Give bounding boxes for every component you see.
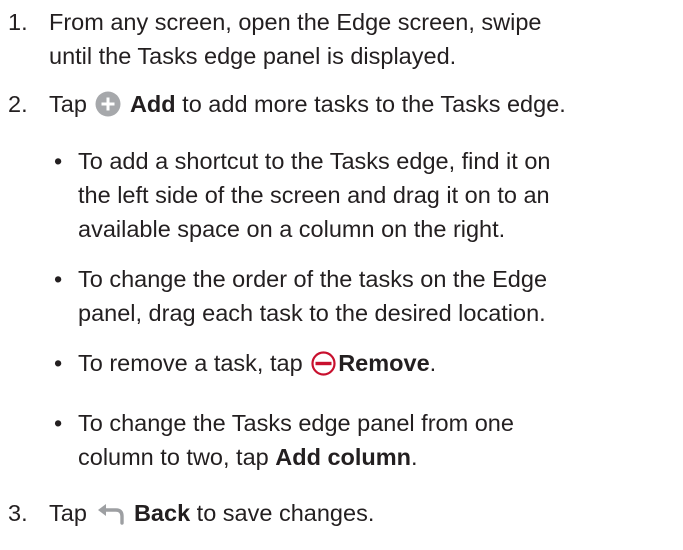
bullet-line: panel, drag each task to the desired loc… <box>78 300 546 326</box>
bullet-text: To change the order of the tasks on the … <box>78 262 678 330</box>
bullet-text-pre: To remove a task, tap <box>78 350 303 376</box>
bullet-line: To change the order of the tasks on the … <box>78 266 548 292</box>
bullet-marker: • <box>54 350 63 376</box>
plus-circle-icon <box>95 91 121 126</box>
bullet-line: To add a shortcut to the Tasks edge, fin… <box>78 148 551 174</box>
step-text-post: to save changes. <box>196 500 375 526</box>
step-text: Tap Add to add more tasks to the Tasks e… <box>49 87 679 126</box>
bullet-text-post: . <box>429 350 437 376</box>
bullet-line: the left side of the screen and drag it … <box>78 182 550 208</box>
remove-label: Remove <box>338 350 430 376</box>
bullet-line: available space on a column on the right… <box>78 216 506 242</box>
bullet-marker: • <box>54 410 63 436</box>
bullet-text-pre: column to two, tap <box>78 444 269 470</box>
step-line: From any screen, open the Edge screen, s… <box>49 9 542 35</box>
step-text-post: to add more tasks to the Tasks edge. <box>182 91 566 117</box>
bullet-marker: • <box>54 148 63 174</box>
back-arrow-icon <box>95 501 125 535</box>
step-text: Tap Back to save changes. <box>49 496 679 535</box>
step-number: 3. <box>8 500 28 526</box>
minus-circle-icon <box>311 351 336 385</box>
add-label: Add <box>129 91 176 117</box>
step-number: 2. <box>8 91 28 117</box>
bullet-text-post: . <box>411 444 418 470</box>
bullet-line: To change the Tasks edge panel from one <box>78 410 514 436</box>
step-text-pre: Tap <box>49 500 87 526</box>
bullet-text: To change the Tasks edge panel from one … <box>78 406 678 474</box>
step-number: 1. <box>8 9 28 35</box>
bullet-marker: • <box>54 266 63 292</box>
bullet-text: To add a shortcut to the Tasks edge, fin… <box>78 144 678 246</box>
bullet-text: To remove a task, tap Remove. <box>78 346 678 385</box>
step-text: From any screen, open the Edge screen, s… <box>49 5 679 73</box>
step-text-pre: Tap <box>49 91 87 117</box>
step-line: until the Tasks edge panel is displayed. <box>49 43 457 69</box>
back-label: Back <box>133 500 191 526</box>
bullet-line: column to two, tap Add column. <box>78 440 678 474</box>
add-column-label: Add column <box>275 444 412 470</box>
